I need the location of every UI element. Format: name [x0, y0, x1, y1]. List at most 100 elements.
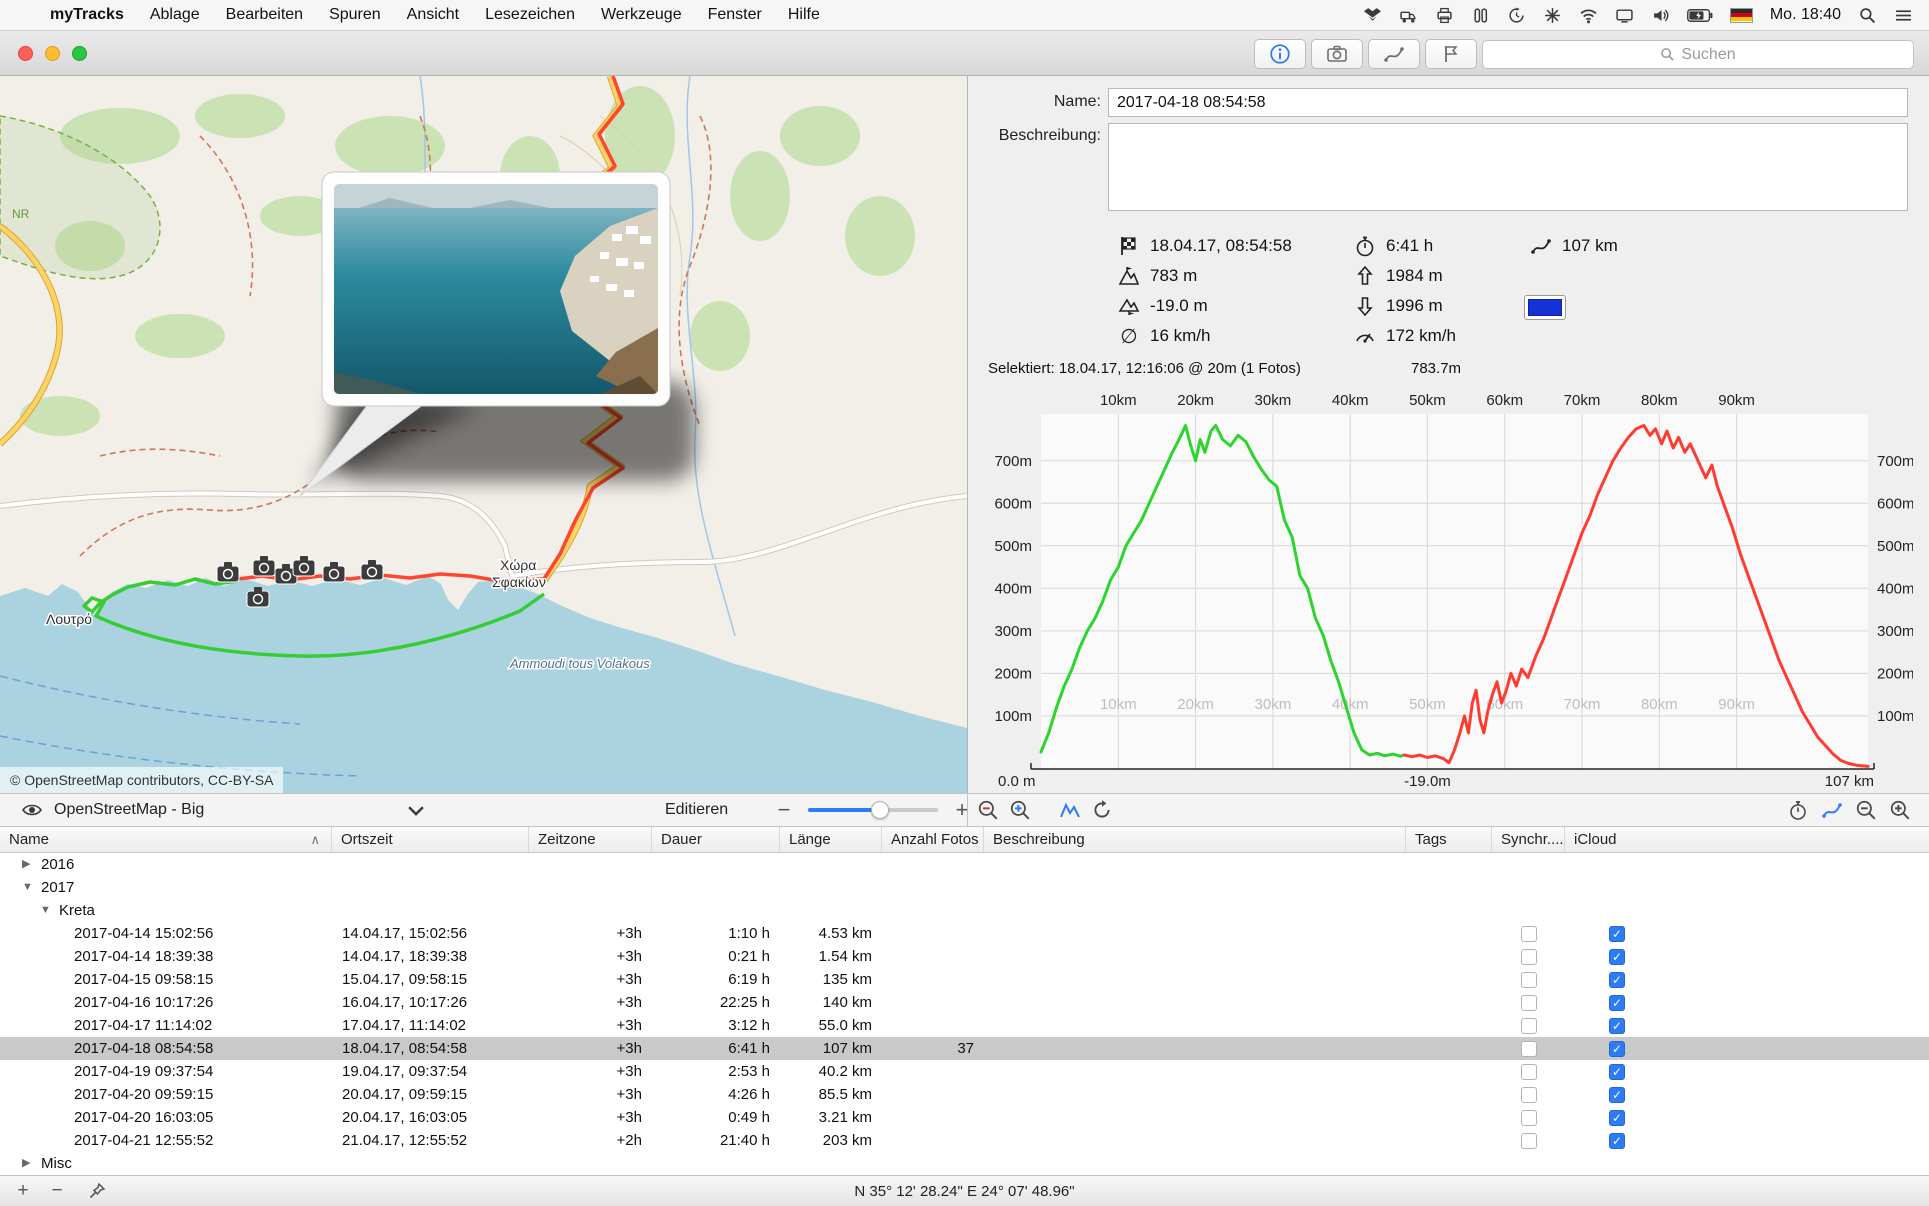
forklift-icon[interactable]	[1399, 7, 1418, 24]
display-icon[interactable]	[1615, 7, 1634, 24]
reset-view-button[interactable]	[1090, 798, 1114, 822]
track-name-input[interactable]	[1108, 88, 1908, 117]
column-header-beschreibung[interactable]: Beschreibung	[984, 827, 1406, 852]
synchr-checkbox[interactable]	[1520, 994, 1537, 1011]
printer-icon[interactable]	[1435, 7, 1454, 24]
icloud-checkbox[interactable]: ✓	[1609, 1132, 1625, 1149]
icloud-checkbox[interactable]: ✓	[1609, 994, 1625, 1011]
column-header-name[interactable]: Name ∧	[0, 827, 332, 852]
menu-bearbeiten[interactable]: Bearbeiten	[226, 6, 303, 24]
search-input[interactable]: Suchen	[1482, 40, 1914, 69]
track-row[interactable]: 2017-04-18 08:54:58 18.04.17, 08:54:58 +3h…	[0, 1037, 1929, 1060]
map-layer-select[interactable]: OpenStreetMap - Big	[20, 794, 428, 826]
group-row-kreta[interactable]: ▼ Kreta	[0, 899, 1929, 922]
group-row-misc[interactable]: ▶ Misc	[0, 1152, 1929, 1175]
synchr-checkbox[interactable]	[1520, 1086, 1537, 1103]
window-titlebar[interactable]: Suchen	[0, 31, 1929, 76]
icloud-checkbox[interactable]: ✓	[1609, 925, 1625, 942]
track-row[interactable]: 2017-04-20 09:59:15 20.04.17, 09:59:15 +3h…	[0, 1083, 1929, 1106]
synchr-checkbox[interactable]	[1520, 1109, 1537, 1126]
icloud-checkbox[interactable]: ✓	[1609, 1040, 1625, 1057]
menu-lesezeichen[interactable]: Lesezeichen	[485, 6, 575, 24]
column-header-lnge[interactable]: Länge	[780, 827, 882, 852]
disclosure-triangle[interactable]: ▶	[22, 853, 34, 876]
track-row[interactable]: 2017-04-19 09:37:54 19.04.17, 09:37:54 +3h…	[0, 1060, 1929, 1083]
column-header-synchr[interactable]: Synchr....	[1492, 827, 1565, 852]
elevation-profile-toggle[interactable]	[1058, 798, 1082, 822]
fan-icon[interactable]	[1543, 7, 1562, 24]
icloud-checkbox[interactable]: ✓	[1609, 948, 1625, 965]
close-button[interactable]	[18, 46, 33, 61]
icloud-checkbox[interactable]: ✓	[1609, 1063, 1625, 1080]
group-row-2017[interactable]: ▼ 2017	[0, 876, 1929, 899]
zoom-button[interactable]	[72, 46, 87, 61]
column-header-zeitzone[interactable]: Zeitzone	[529, 827, 652, 852]
column-header-tags[interactable]: Tags	[1406, 827, 1492, 852]
icloud-checkbox[interactable]: ✓	[1609, 971, 1625, 988]
zoom-out-minus-icon[interactable]: −	[772, 797, 796, 822]
menu-ablage[interactable]: Ablage	[150, 6, 200, 24]
dropbox-icon[interactable]	[1363, 7, 1382, 24]
track-row[interactable]: 2017-04-14 18:39:38 14.04.17, 18:39:38 +3h…	[0, 945, 1929, 968]
volume-icon[interactable]	[1651, 7, 1670, 24]
track-row[interactable]: 2017-04-16 10:17:26 16.04.17, 10:17:26 +3h…	[0, 991, 1929, 1014]
track-row[interactable]: 2017-04-21 12:55:52 21.04.17, 12:55:52 +2h…	[0, 1129, 1929, 1152]
zoom-in-plus-icon[interactable]: +	[950, 797, 974, 822]
disclosure-triangle[interactable]: ▼	[22, 876, 34, 899]
time-axis-button[interactable]	[1786, 798, 1810, 822]
track-color-well[interactable]	[1524, 295, 1566, 320]
app-menu-mytracks[interactable]: myTracks	[50, 6, 124, 24]
group-row-2016[interactable]: ▶ 2016	[0, 853, 1929, 876]
menu-hilfe[interactable]: Hilfe	[788, 6, 820, 24]
track-button[interactable]	[1368, 39, 1420, 69]
german-flag-icon[interactable]	[1729, 7, 1753, 23]
synchr-checkbox[interactable]	[1520, 1040, 1537, 1057]
menu-spuren[interactable]: Spuren	[329, 6, 381, 24]
chart-zoom-out-button[interactable]	[976, 798, 1000, 822]
track-row[interactable]: 2017-04-14 15:02:56 14.04.17, 15:02:56 +3h…	[0, 922, 1929, 945]
synchr-checkbox[interactable]	[1520, 1132, 1537, 1149]
spotlight-search-icon[interactable]	[1858, 7, 1877, 24]
icloud-checkbox[interactable]: ✓	[1609, 1017, 1625, 1034]
column-header-icloud[interactable]: iCloud	[1565, 827, 1929, 852]
synchr-checkbox[interactable]	[1520, 1063, 1537, 1080]
notification-center-icon[interactable]	[1894, 7, 1913, 24]
dock-bars-icon[interactable]	[1471, 7, 1490, 24]
table-zoom-in-button[interactable]	[1888, 798, 1912, 822]
photo-callout[interactable]	[321, 171, 671, 407]
icloud-checkbox[interactable]: ✓	[1609, 1086, 1625, 1103]
distance-axis-button[interactable]	[1820, 798, 1844, 822]
synchr-checkbox[interactable]	[1520, 1017, 1537, 1034]
zoom-slider-knob[interactable]	[870, 801, 889, 819]
map-zoom-slider[interactable]	[808, 801, 938, 819]
wifi-icon[interactable]	[1579, 7, 1598, 24]
disclosure-triangle[interactable]: ▼	[40, 899, 52, 922]
time-machine-icon[interactable]	[1507, 7, 1526, 24]
description-input[interactable]	[1108, 123, 1908, 211]
track-row[interactable]: 2017-04-20 16:03:05 20.04.17, 16:03:05 +3h…	[0, 1106, 1929, 1129]
menu-werkzeuge[interactable]: Werkzeuge	[601, 6, 682, 24]
chart-zoom-in-button[interactable]	[1008, 798, 1032, 822]
column-header-dauer[interactable]: Dauer	[652, 827, 780, 852]
synchr-checkbox[interactable]	[1520, 948, 1537, 965]
waypoint-button[interactable]	[1425, 39, 1477, 69]
disclosure-triangle[interactable]: ▶	[22, 1152, 34, 1175]
synchr-checkbox[interactable]	[1520, 925, 1537, 942]
minimize-button[interactable]	[45, 46, 60, 61]
menubar-clock[interactable]: Mo. 18:40	[1770, 6, 1841, 24]
info-button[interactable]	[1254, 39, 1306, 69]
column-header-ortszeit[interactable]: Ortszeit	[332, 827, 529, 852]
table-zoom-out-button[interactable]	[1854, 798, 1878, 822]
menu-fenster[interactable]: Fenster	[708, 6, 762, 24]
table-header[interactable]: Name ∧ Ortszeit Zeitzone Dauer Länge Anzahl Fo…	[0, 827, 1929, 853]
column-header-anzahlfotos[interactable]: Anzahl Fotos	[882, 827, 984, 852]
menu-ansicht[interactable]: Ansicht	[407, 6, 459, 24]
photo-button[interactable]	[1311, 39, 1363, 69]
icloud-checkbox[interactable]: ✓	[1609, 1109, 1625, 1126]
map-view[interactable]: NR Λουτρό Χώρα Σφακίων Ammoudi tous Vola…	[0, 76, 967, 793]
synchr-checkbox[interactable]	[1520, 971, 1537, 988]
track-row[interactable]: 2017-04-15 09:58:15 15.04.17, 09:58:15 +3h…	[0, 968, 1929, 991]
battery-icon[interactable]	[1686, 7, 1713, 24]
track-row[interactable]: 2017-04-17 11:14:02 17.04.17, 11:14:02 +3h…	[0, 1014, 1929, 1037]
elevation-chart[interactable]: 10km 10km 20km 20km 30km 30km 40km 40km 50km 50km…	[988, 379, 1914, 793]
